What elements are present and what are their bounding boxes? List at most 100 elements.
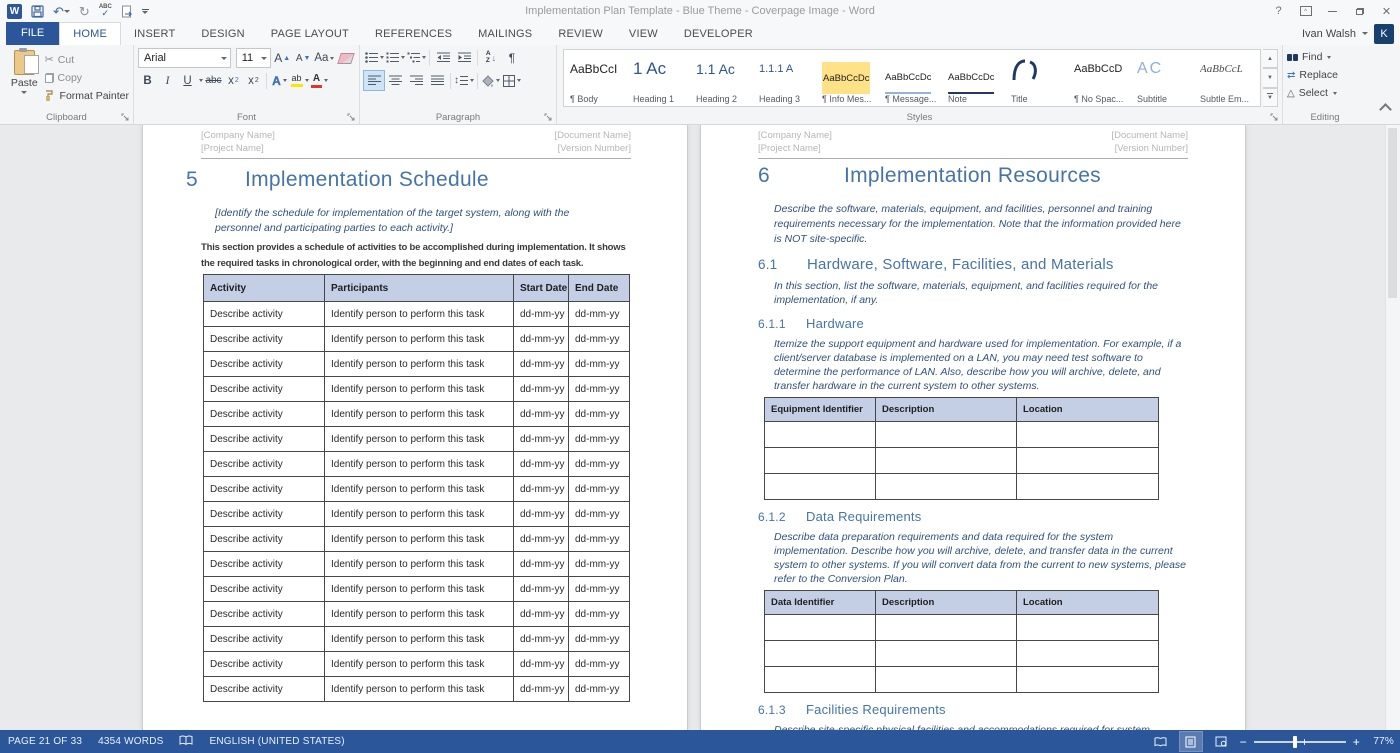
table-cell[interactable] bbox=[1016, 640, 1159, 667]
underline-button[interactable]: U bbox=[178, 71, 197, 90]
column-header[interactable]: Data Identifier bbox=[764, 590, 876, 615]
tab-insert[interactable]: INSERT bbox=[121, 22, 188, 45]
page-header[interactable]: [Company Name] [Project Name] [Document N… bbox=[758, 129, 1188, 155]
style-body[interactable]: AaBbCcI ¶ Body bbox=[564, 50, 627, 106]
page-indicator[interactable]: PAGE 21 OF 33 bbox=[8, 736, 82, 747]
table-cell[interactable]: Identify person to perform this task bbox=[324, 301, 514, 327]
hardware-table[interactable]: Equipment Identifier Description Location bbox=[764, 397, 1159, 500]
table-cell[interactable]: dd-mm-yy bbox=[568, 376, 630, 402]
table-cell[interactable]: Describe activity bbox=[203, 551, 325, 577]
styles-scroll-down-button[interactable]: ▼ bbox=[1263, 68, 1278, 88]
table-cell[interactable]: Describe activity bbox=[203, 426, 325, 452]
style-h2[interactable]: 1.1 Ac Heading 2 bbox=[690, 50, 753, 106]
tab-page-layout[interactable]: PAGE LAYOUT bbox=[258, 22, 362, 45]
read-mode-button[interactable] bbox=[1150, 732, 1172, 751]
tab-developer[interactable]: DEVELOPER bbox=[671, 22, 766, 45]
column-header[interactable]: Participants bbox=[324, 274, 514, 302]
sort-button[interactable]: A Z ↓ bbox=[481, 48, 501, 67]
heading-hardware-software-facilities[interactable]: 6.1 Hardware, Software, Facilities, and M… bbox=[758, 255, 1188, 275]
vertical-scrollbar[interactable] bbox=[1385, 125, 1400, 730]
cut-button[interactable]: ✂ Cut bbox=[45, 51, 129, 68]
table-cell[interactable] bbox=[1016, 421, 1159, 448]
help-button[interactable]: ? bbox=[1265, 0, 1292, 22]
data-requirements-table[interactable]: Data Identifier Description Location bbox=[764, 590, 1159, 693]
scrollbar-thumb[interactable] bbox=[1388, 128, 1397, 298]
column-header[interactable]: Equipment Identifier bbox=[764, 397, 876, 422]
table-cell[interactable] bbox=[1016, 666, 1159, 693]
numbering-button[interactable] bbox=[385, 48, 405, 67]
style-nospace[interactable]: AaBbCcD ¶ No Spac... bbox=[1068, 50, 1131, 106]
table-cell[interactable]: dd-mm-yy bbox=[513, 651, 569, 677]
heading-hardware[interactable]: 6.1.1 Hardware bbox=[758, 315, 1188, 333]
style-h3[interactable]: 1.1.1 A Heading 3 bbox=[753, 50, 816, 106]
style-note[interactable]: AaBbCcDc Note bbox=[942, 50, 1005, 106]
tab-file[interactable]: FILE bbox=[6, 22, 60, 45]
table-cell[interactable]: Describe activity bbox=[203, 501, 325, 527]
table-cell[interactable] bbox=[1016, 447, 1159, 474]
word-logo-icon[interactable]: W bbox=[7, 3, 22, 19]
table-cell[interactable]: Identify person to perform this task bbox=[324, 351, 514, 377]
table-cell[interactable]: dd-mm-yy bbox=[568, 326, 630, 352]
header-project-name[interactable]: [Project Name] bbox=[201, 142, 275, 155]
table-cell[interactable] bbox=[764, 447, 876, 474]
table-cell[interactable]: dd-mm-yy bbox=[568, 451, 630, 477]
undo-button[interactable]: ↶ bbox=[53, 2, 70, 20]
table-cell[interactable]: dd-mm-yy bbox=[568, 476, 630, 502]
align-center-button[interactable] bbox=[385, 71, 405, 90]
zoom-in-button[interactable]: + bbox=[1353, 735, 1360, 749]
bullets-button[interactable] bbox=[364, 48, 384, 67]
table-cell[interactable]: dd-mm-yy bbox=[568, 301, 630, 327]
minimize-button[interactable] bbox=[1319, 0, 1346, 22]
proofing-status-button[interactable] bbox=[179, 735, 193, 749]
tab-home[interactable]: HOME bbox=[59, 22, 122, 45]
replace-button[interactable]: ⇄ Replace bbox=[1287, 66, 1363, 84]
style-subtle[interactable]: AaBbCcL Subtle Em... bbox=[1194, 50, 1257, 106]
table-cell[interactable]: dd-mm-yy bbox=[513, 401, 569, 427]
table-cell[interactable] bbox=[875, 447, 1017, 474]
guidance-paragraph[interactable]: Itemize the support equipment and hardwa… bbox=[774, 337, 1188, 393]
guidance-paragraph[interactable]: Describe data preparation requirements a… bbox=[774, 530, 1188, 586]
table-cell[interactable] bbox=[875, 640, 1017, 667]
table-cell[interactable]: Identify person to perform this task bbox=[324, 401, 514, 427]
line-spacing-button[interactable]: ↕ bbox=[454, 71, 474, 90]
close-button[interactable]: ✕ bbox=[1373, 0, 1400, 22]
table-cell[interactable]: Describe activity bbox=[203, 576, 325, 602]
styles-more-button[interactable]: ▼ bbox=[1263, 87, 1278, 107]
paste-button[interactable]: Paste bbox=[4, 48, 45, 108]
increase-indent-button[interactable] bbox=[454, 48, 474, 67]
header-version-number[interactable]: [Version Number] bbox=[554, 142, 631, 155]
shrink-font-button[interactable]: A ▼ bbox=[294, 49, 313, 68]
header-company-name[interactable]: [Company Name] bbox=[758, 129, 832, 142]
language-indicator[interactable]: ENGLISH (UNITED STATES) bbox=[209, 736, 344, 747]
header-document-name[interactable]: [Document Name] bbox=[1111, 129, 1188, 142]
table-cell[interactable]: dd-mm-yy bbox=[513, 526, 569, 552]
account-name[interactable]: Ivan Walsh bbox=[1302, 28, 1356, 40]
table-cell[interactable]: dd-mm-yy bbox=[568, 651, 630, 677]
heading-facilities-requirements[interactable]: 6.1.3 Facilities Requirements bbox=[758, 701, 1188, 719]
open-button[interactable] bbox=[121, 2, 133, 20]
zoom-level[interactable]: 77% bbox=[1368, 736, 1394, 747]
table-cell[interactable]: dd-mm-yy bbox=[513, 551, 569, 577]
style-h1[interactable]: 1 Ac Heading 1 bbox=[627, 50, 690, 106]
column-header[interactable]: Description bbox=[875, 590, 1017, 615]
font-color-button[interactable]: A bbox=[310, 71, 329, 90]
table-cell[interactable]: Describe activity bbox=[203, 451, 325, 477]
table-cell[interactable]: Describe activity bbox=[203, 376, 325, 402]
table-cell[interactable]: dd-mm-yy bbox=[568, 676, 630, 702]
paragraph-dialog-launcher[interactable] bbox=[544, 113, 553, 122]
table-cell[interactable] bbox=[875, 421, 1017, 448]
word-count[interactable]: 4354 WORDS bbox=[98, 736, 163, 747]
table-cell[interactable]: dd-mm-yy bbox=[568, 576, 630, 602]
styles-scroll-up-button[interactable]: ▲ bbox=[1263, 49, 1278, 69]
style-subtitle[interactable]: AC Subtitle bbox=[1131, 50, 1194, 106]
heading-data-requirements[interactable]: 6.1.2 Data Requirements bbox=[758, 508, 1188, 526]
table-cell[interactable]: dd-mm-yy bbox=[513, 501, 569, 527]
redo-button[interactable]: ↻ bbox=[79, 2, 90, 20]
borders-button[interactable] bbox=[502, 71, 522, 90]
web-layout-button[interactable] bbox=[1210, 732, 1232, 751]
table-cell[interactable]: dd-mm-yy bbox=[568, 626, 630, 652]
guidance-paragraph[interactable]: In this section, list the software, mate… bbox=[774, 279, 1188, 307]
guidance-paragraph[interactable]: [Identify the schedule for implementatio… bbox=[215, 206, 615, 236]
table-cell[interactable]: dd-mm-yy bbox=[568, 401, 630, 427]
table-cell[interactable]: Identify person to perform this task bbox=[324, 501, 514, 527]
